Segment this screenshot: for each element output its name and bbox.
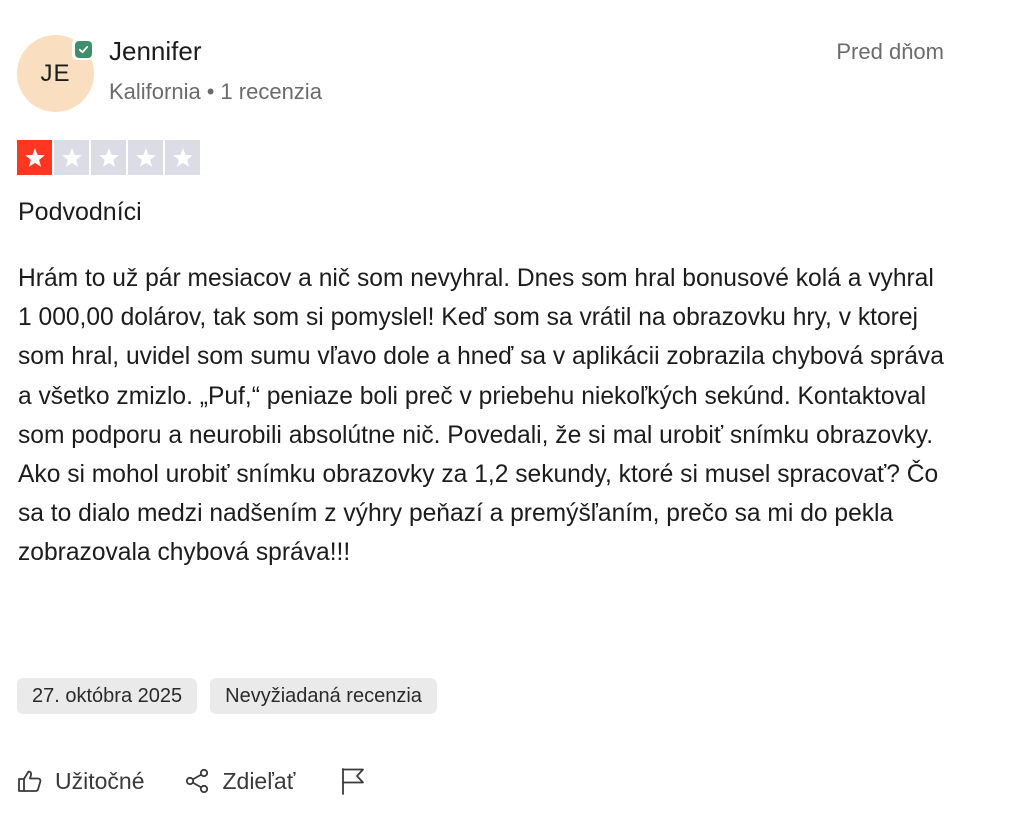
verified-check-icon	[74, 40, 92, 58]
review-card: JE Jennifer Kalifornia • 1 recenzia Pred d…	[0, 0, 1024, 830]
reviewer-name[interactable]: Jennifer	[109, 36, 202, 67]
reviewer-review-count: 1 recenzia	[220, 79, 322, 104]
meta-separator: •	[206, 79, 215, 104]
star-filled-icon	[17, 140, 52, 175]
review-tags: 27. októbra 2025 Nevyžiadaná recenzia	[17, 678, 437, 714]
review-actions: Užitočné Zdieľať	[17, 766, 378, 796]
thumbs-up-icon	[18, 770, 42, 792]
report-button[interactable]	[340, 766, 378, 796]
flag-icon	[342, 768, 365, 795]
star-rating	[17, 140, 200, 175]
date-of-experience-tag: 27. októbra 2025	[17, 678, 198, 714]
useful-label: Užitočné	[55, 767, 145, 794]
review-body: Hrám to už pár mesiacov a nič som nevyhr…	[18, 265, 944, 567]
review-title: Podvodníci	[18, 198, 142, 226]
share-label: Zdieľať	[222, 767, 296, 794]
star-empty-icon	[54, 140, 89, 175]
verified-badge	[72, 38, 94, 60]
share-icon	[186, 768, 209, 794]
avatar-initials: JE	[40, 59, 71, 87]
share-button[interactable]: Zdieľať	[184, 768, 295, 795]
reviewer-location: Kalifornia	[109, 79, 201, 104]
star-empty-icon	[128, 140, 163, 175]
star-empty-icon	[165, 140, 200, 175]
useful-button[interactable]: Užitočné	[17, 768, 144, 795]
star-empty-icon	[91, 140, 126, 175]
reviewer-meta: Kalifornia • 1 recenzia	[109, 79, 322, 105]
review-type-tag[interactable]: Nevyžiadaná recenzia	[210, 678, 437, 714]
review-relative-date: Pred dňom	[836, 39, 944, 64]
